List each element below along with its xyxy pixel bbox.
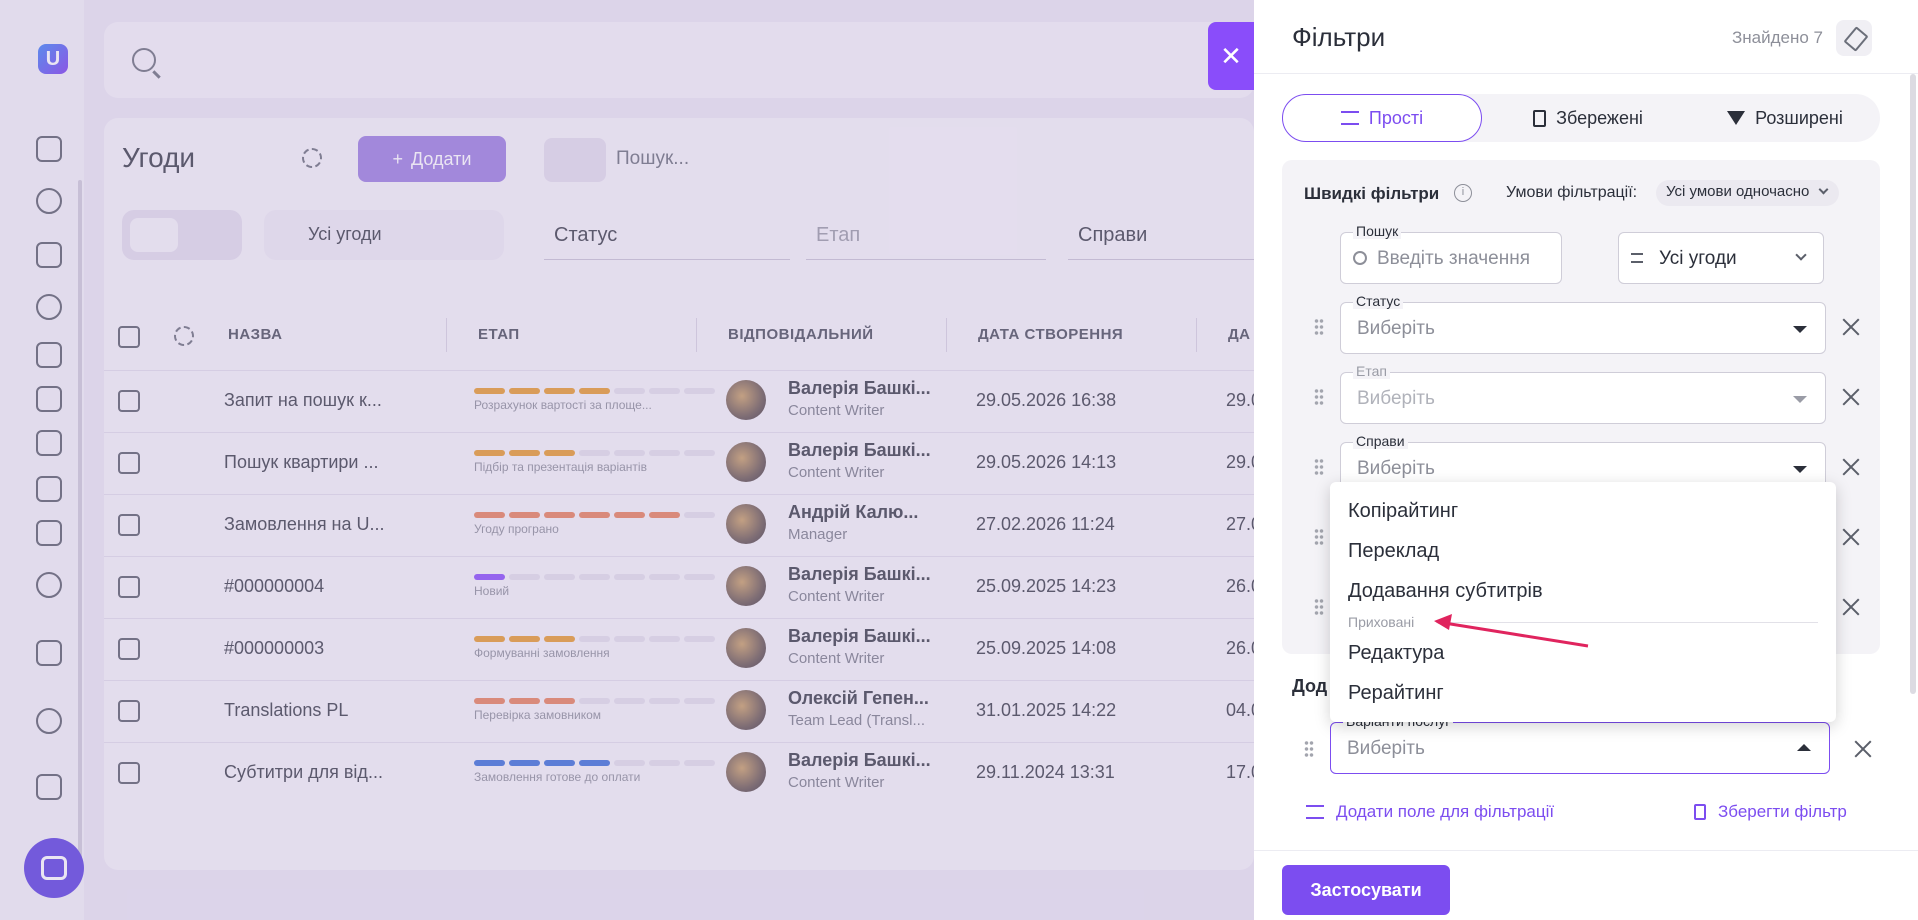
- panel-header: Фільтри Знайдено 7: [1254, 0, 1918, 74]
- additional-filters-title: Дод: [1292, 676, 1328, 696]
- field-label: Етап: [1353, 363, 1390, 379]
- arrow-shaft: [1437, 620, 1589, 648]
- close-panel-button[interactable]: ✕: [1208, 22, 1254, 90]
- tab-simple[interactable]: Прості: [1282, 94, 1482, 142]
- dropdown-option[interactable]: Рерайтинг: [1348, 682, 1444, 705]
- sliders-icon: [1340, 111, 1359, 125]
- apply-button[interactable]: Застосувати: [1282, 865, 1450, 915]
- drag-handle-icon[interactable]: [1314, 528, 1324, 546]
- remove-stage-filter-icon[interactable]: [1842, 388, 1860, 406]
- clear-filters-button[interactable]: [1836, 20, 1872, 56]
- save-filter-button[interactable]: Зберегти фільтр: [1694, 802, 1847, 822]
- field-label: Справи: [1353, 433, 1408, 449]
- drag-handle-icon[interactable]: [1304, 740, 1314, 758]
- add-filter-field-button[interactable]: Додати поле для фільтрації: [1306, 802, 1554, 822]
- caret-down-icon: [1793, 326, 1807, 333]
- tab-saved[interactable]: Збережені: [1508, 94, 1668, 142]
- filter-lines-icon: [1631, 253, 1643, 263]
- modal-overlay[interactable]: [0, 0, 1254, 920]
- stage-value: Виберіть: [1357, 388, 1435, 409]
- caret-down-icon: [1793, 396, 1807, 403]
- remove-cases-filter-icon[interactable]: [1842, 458, 1860, 476]
- search-icon: [1353, 251, 1367, 265]
- remove-status-filter-icon[interactable]: [1842, 318, 1860, 336]
- field-label: Статус: [1353, 293, 1404, 309]
- save-filter-label: Зберегти фільтр: [1718, 802, 1847, 821]
- chevron-down-icon: [1818, 184, 1829, 195]
- filter-panel: Фільтри Знайдено 7 Прості Збережені Розш…: [1254, 0, 1918, 920]
- tab-label: Прості: [1368, 107, 1424, 128]
- deals-scope-select[interactable]: Усі угоди: [1618, 232, 1824, 284]
- found-count: Знайдено 7: [1732, 28, 1824, 47]
- drag-handle-icon[interactable]: [1314, 458, 1324, 476]
- deals-scope-value: Усі угоди: [1659, 248, 1737, 269]
- chevron-down-icon: [1795, 249, 1807, 261]
- drag-handle-icon[interactable]: [1314, 598, 1324, 616]
- caret-down-icon: [1793, 466, 1807, 473]
- info-icon[interactable]: i: [1454, 184, 1472, 202]
- field-label: Пошук: [1353, 223, 1402, 239]
- remove-filter-icon[interactable]: [1842, 598, 1860, 616]
- dropdown-option[interactable]: Копірайтинг: [1348, 500, 1458, 523]
- annotation-arrow: [1434, 614, 1589, 648]
- tab-label: Збережені: [1556, 107, 1643, 128]
- drag-handle-icon[interactable]: [1314, 388, 1324, 406]
- drag-handle-icon[interactable]: [1314, 318, 1324, 336]
- remove-services-filter-icon[interactable]: [1854, 740, 1872, 758]
- stage-field[interactable]: Етап Виберіть: [1340, 363, 1826, 424]
- dropdown-option[interactable]: Переклад: [1348, 540, 1439, 563]
- conditions-select[interactable]: Усі умови одночасно: [1656, 180, 1840, 206]
- remove-filter-icon[interactable]: [1842, 528, 1860, 546]
- panel-footer: Застосувати: [1254, 850, 1918, 920]
- status-field[interactable]: Статус Виберіть: [1340, 293, 1826, 354]
- close-icon: ✕: [1220, 40, 1242, 71]
- quick-filters-title: Швидкі фільтри: [1304, 184, 1440, 203]
- filter-mode-tabs: Прості Збережені Розширені: [1282, 94, 1880, 142]
- bookmark-icon: [1533, 109, 1547, 127]
- services-value: Виберіть: [1347, 738, 1425, 759]
- search-input[interactable]: Введіть значення: [1377, 248, 1530, 270]
- cases-value: Виберіть: [1357, 458, 1435, 479]
- panel-title: Фільтри: [1292, 22, 1386, 52]
- status-value: Виберіть: [1357, 318, 1435, 339]
- add-field-label: Додати поле для фільтрації: [1336, 802, 1555, 821]
- search-field[interactable]: Пошук Введіть значення: [1340, 223, 1562, 284]
- panel-scrollbar[interactable]: [1910, 74, 1916, 694]
- tab-label: Розширені: [1755, 107, 1843, 128]
- conditions-label: Умови фільтрації:: [1506, 184, 1638, 201]
- background-app: U Угоди + Додати Пошук... Усі угоди Стату…: [0, 0, 1254, 920]
- caret-up-icon: [1797, 744, 1811, 751]
- bookmark-icon: [1694, 804, 1706, 820]
- dropdown-group-label: Приховані: [1348, 614, 1415, 630]
- conditions-value: Усі умови одночасно: [1666, 183, 1810, 200]
- arrow-head: [1434, 614, 1452, 630]
- add-field-icon: [1306, 805, 1324, 819]
- services-field[interactable]: Варіанти послуг Виберіть: [1330, 713, 1830, 774]
- tab-advanced[interactable]: Розширені: [1700, 94, 1870, 142]
- funnel-icon: [1727, 111, 1746, 125]
